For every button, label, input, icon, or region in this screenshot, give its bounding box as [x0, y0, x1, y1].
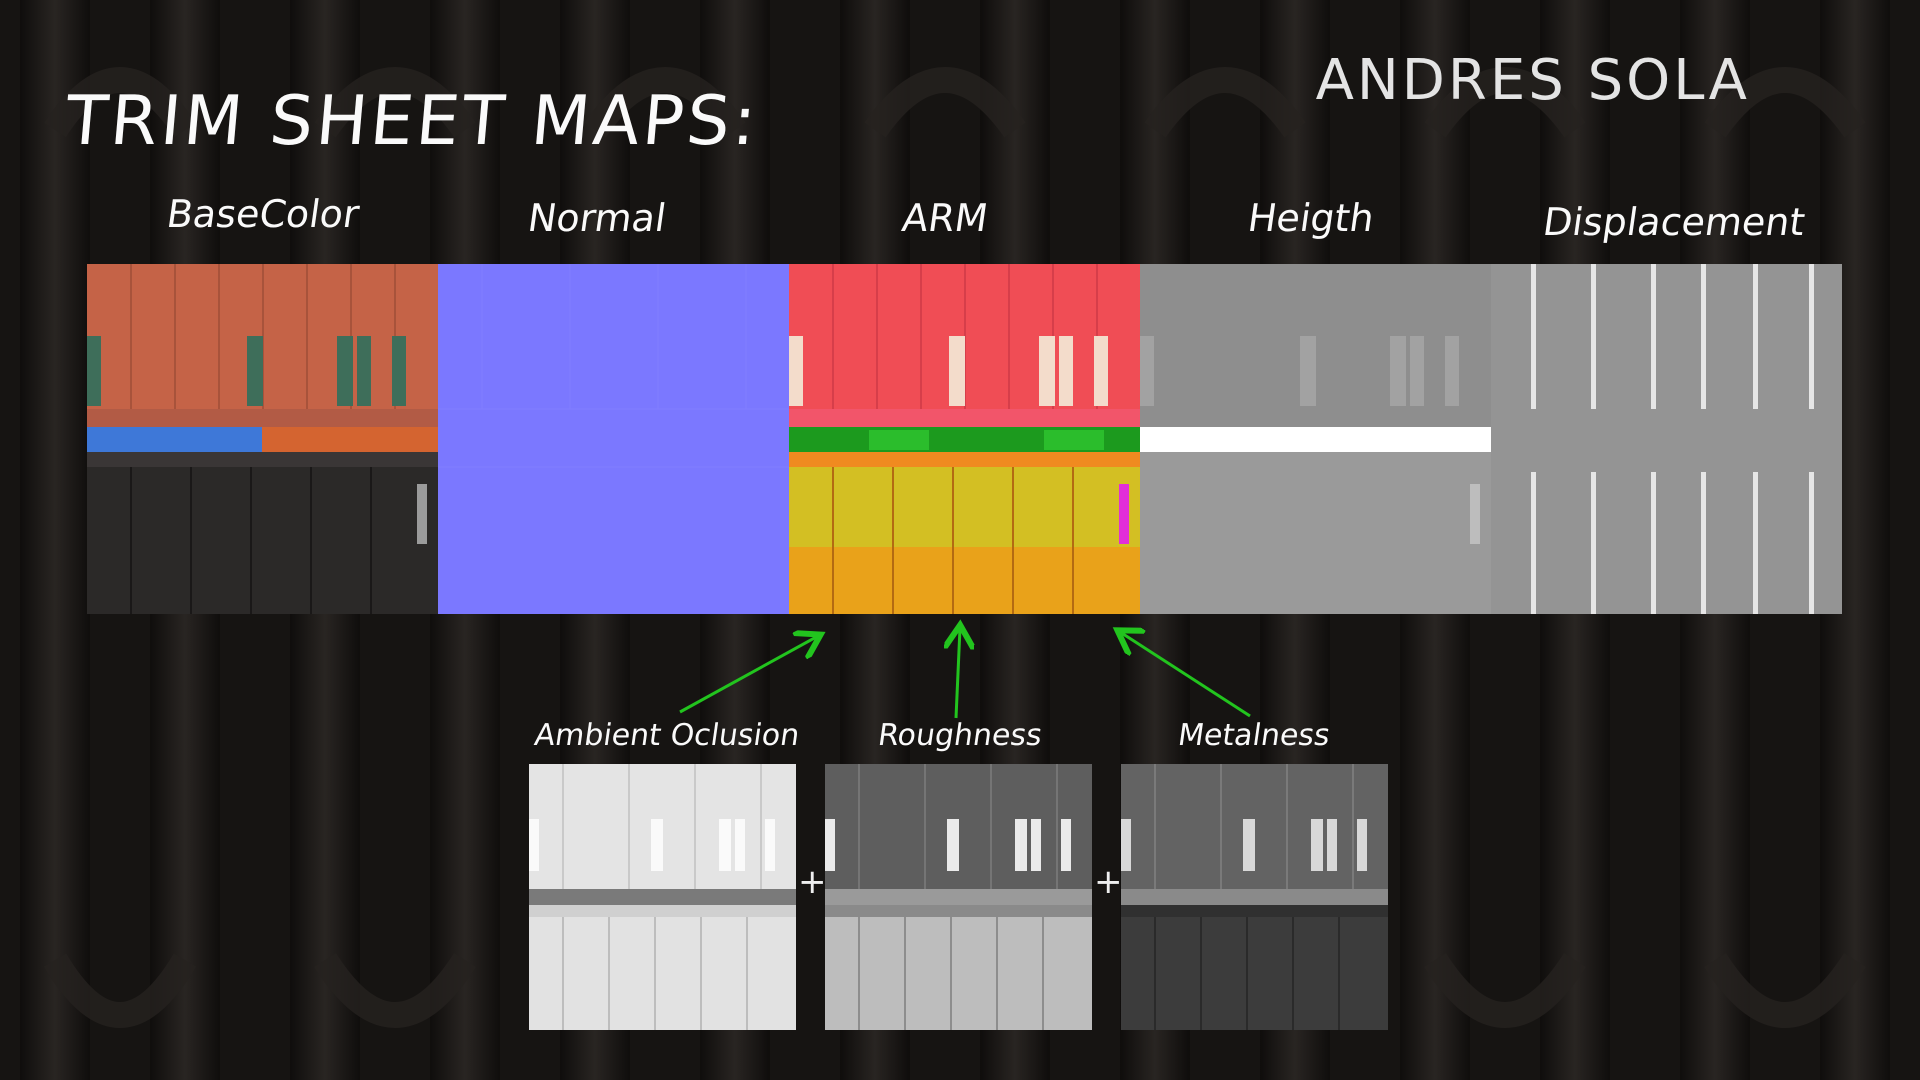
plus-sign-1: +: [798, 862, 827, 902]
label-displacement: Displacement: [1540, 200, 1808, 244]
label-heigth: Heigth: [1245, 196, 1377, 240]
roughness-map: [825, 764, 1092, 1030]
page-title: TRIM SHEET MAPS:: [62, 82, 763, 161]
label-ambient-occlusion: Ambient Oclusion: [532, 718, 802, 753]
label-basecolor: BaseColor: [164, 192, 362, 236]
label-roughness: Roughness: [875, 718, 1045, 753]
label-normal: Normal: [525, 196, 669, 240]
ambient-occlusion-map: [529, 764, 796, 1030]
arm-map: [789, 264, 1140, 614]
normal-map: [438, 264, 789, 614]
metalness-map: [1121, 764, 1388, 1030]
author-name: ANDRES SOLA: [1315, 48, 1750, 113]
basecolor-map: [87, 264, 438, 614]
label-arm: ARM: [899, 196, 991, 240]
displacement-map: [1491, 264, 1842, 614]
label-metalness: Metalness: [1175, 718, 1333, 753]
plus-sign-2: +: [1094, 862, 1123, 902]
height-map: [1140, 264, 1491, 614]
